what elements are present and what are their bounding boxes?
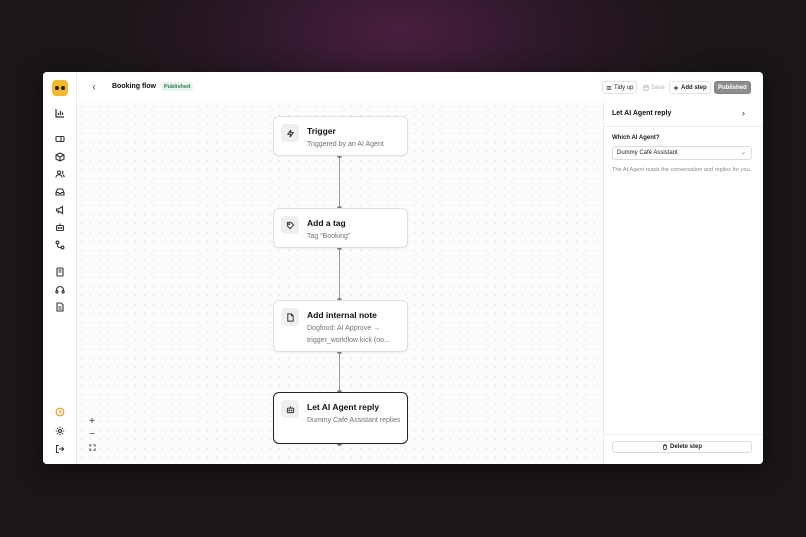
bot-icon[interactable] (53, 220, 67, 234)
node-subtitle: Tag “Booking” (307, 233, 351, 240)
edge-connector (339, 156, 340, 212)
page-title: Booking flow (112, 83, 156, 90)
document-icon[interactable] (53, 300, 67, 314)
published-button[interactable]: Published (714, 81, 751, 94)
agent-field-label: Which AI Agent? (612, 135, 660, 141)
panel-title: Let AI Agent reply (612, 110, 672, 117)
sliders-icon (606, 85, 612, 90)
headset-icon[interactable] (53, 283, 67, 297)
ticket-icon[interactable] (53, 132, 67, 146)
node-subtitle: Dogfood: AI Approve → trigger_workflow k… (307, 325, 390, 344)
add-step-button[interactable]: Add step (669, 81, 711, 94)
save-label: Save (651, 84, 665, 91)
collapse-chevron-icon[interactable]: › (742, 108, 745, 118)
users-icon[interactable] (53, 167, 67, 181)
node-ai-agent-reply[interactable]: Let AI Agent reply Dummy Café Assistant … (273, 392, 408, 444)
node-trigger[interactable]: Trigger Triggered by an AI Agent (273, 116, 408, 156)
app-window: ‹ Booking flow Published Tidy up Save Ad… (43, 72, 763, 464)
node-add-tag[interactable]: Add a tag Tag “Booking” (273, 208, 408, 248)
divider (604, 434, 763, 435)
chevron-down-icon: ⌄ (740, 150, 746, 156)
bot-icon (281, 400, 299, 418)
book-icon[interactable] (53, 265, 67, 279)
back-chevron-icon[interactable]: ‹ (88, 81, 100, 93)
node-title: Add a tag (307, 218, 346, 228)
node-subtitle: Triggered by an AI Agent (307, 141, 384, 148)
box-icon[interactable] (53, 150, 67, 164)
delete-step-button[interactable]: Delete step (612, 441, 752, 453)
divider (604, 126, 763, 127)
note-icon (281, 308, 299, 326)
fit-view-button[interactable] (85, 441, 99, 453)
status-badge: Published (161, 82, 194, 91)
tag-icon (281, 216, 299, 234)
clock-icon[interactable] (53, 405, 67, 419)
tidy-up-label: Tidy up (614, 84, 634, 91)
save-button[interactable]: Save (640, 81, 668, 94)
node-title: Let AI Agent reply (307, 402, 380, 412)
logout-icon[interactable] (53, 442, 67, 456)
step-settings-panel: Let AI Agent reply › Which AI Agent? Dum… (603, 102, 763, 464)
inbox-icon[interactable] (53, 185, 67, 199)
node-title: Trigger (307, 126, 336, 136)
node-title: Add internal note (307, 310, 377, 320)
fit-view-icon (88, 443, 96, 451)
analytics-icon[interactable] (53, 106, 67, 120)
plus-icon (673, 85, 679, 90)
zoom-in-button[interactable]: + (85, 415, 99, 427)
trash-icon (663, 444, 667, 450)
delete-step-label: Delete step (669, 444, 702, 450)
settings-icon[interactable] (53, 424, 67, 438)
bolt-icon (281, 124, 299, 142)
help-text: The AI Agent reads the conversation and … (612, 167, 752, 173)
tidy-up-button[interactable]: Tidy up (602, 81, 638, 94)
node-internal-note[interactable]: Add internal note Dogfood: AI Approve → … (273, 300, 408, 352)
add-step-label: Add step (681, 84, 707, 91)
app-logo[interactable] (52, 80, 68, 96)
agent-select[interactable]: Dummy Café Assistant ⌄ (612, 146, 752, 160)
edge-connector (339, 248, 340, 302)
save-icon (643, 84, 649, 91)
megaphone-icon[interactable] (53, 203, 67, 217)
agent-select-value: Dummy Café Assistant (617, 150, 678, 156)
node-subtitle: Dummy Café Assistant replies (307, 417, 401, 424)
workflow-canvas[interactable]: Trigger Triggered by an AI Agent Add a t… (77, 102, 603, 464)
zoom-out-button[interactable]: − (85, 428, 99, 440)
workflow-icon[interactable] (53, 238, 67, 252)
sidebar (43, 72, 77, 464)
